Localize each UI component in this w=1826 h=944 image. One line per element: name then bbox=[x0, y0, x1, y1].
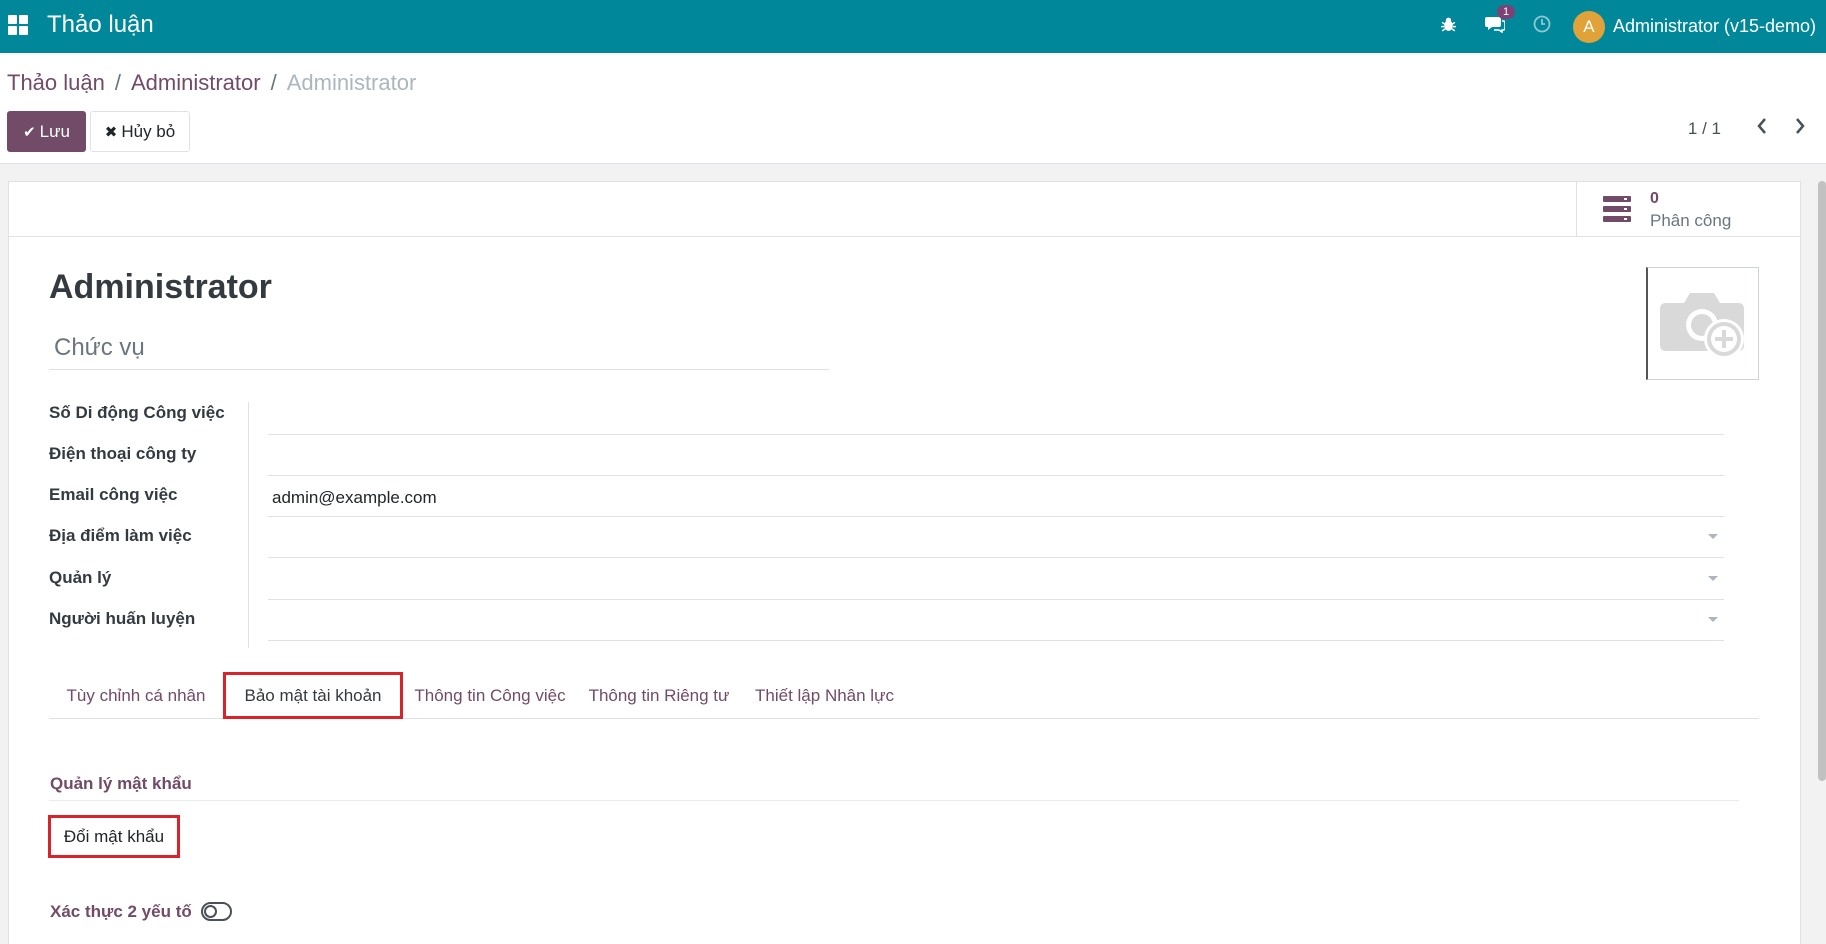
close-icon: ✖ bbox=[104, 123, 118, 141]
field-coach: Người huấn luyện bbox=[49, 600, 1729, 641]
field-label: Địa điểm làm việc bbox=[49, 526, 192, 545]
field-label: Điện thoại công ty bbox=[49, 444, 197, 463]
control-panel: Thảo luận / Administrator / Administrato… bbox=[0, 53, 1826, 164]
breadcrumb-item-discuss[interactable]: Thảo luận bbox=[7, 70, 105, 96]
apps-menu-icon[interactable] bbox=[8, 15, 28, 35]
breadcrumb-item-administrator[interactable]: Administrator bbox=[131, 70, 261, 96]
caret-down-icon bbox=[1708, 534, 1718, 539]
field-value: admin@example.com bbox=[272, 488, 437, 507]
tab-account-security[interactable]: Bảo mật tài khoản bbox=[223, 672, 403, 719]
coach-select[interactable] bbox=[268, 600, 1724, 641]
field-label: Người huấn luyện bbox=[49, 609, 196, 628]
assignments-label: Phân công bbox=[1650, 211, 1732, 230]
employee-name[interactable]: Administrator bbox=[49, 268, 272, 307]
change-password-button[interactable]: Đổi mật khẩu bbox=[48, 815, 180, 858]
field-work-email: Email công việc admin@example.com bbox=[49, 476, 1729, 517]
field-work-location: Địa điểm làm việc bbox=[49, 517, 1729, 558]
two-factor-auth-toggle[interactable] bbox=[201, 902, 232, 921]
activity-clock-icon[interactable] bbox=[1533, 15, 1551, 38]
navbar-systray: 1 A Administrator (v15-demo) bbox=[1426, 0, 1826, 53]
discard-button-label: Hủy bỏ bbox=[121, 121, 176, 141]
assignments-count: 0 bbox=[1650, 190, 1659, 207]
top-navbar: Thảo luận 1 A Administrator (v15-demo) bbox=[0, 0, 1826, 53]
check-icon: ✔ bbox=[23, 123, 36, 141]
messages-icon[interactable]: 1 bbox=[1484, 5, 1516, 38]
field-label: Quản lý bbox=[49, 568, 112, 587]
smart-button-box: 0 Phân công bbox=[9, 182, 1800, 237]
tab-hr-settings[interactable]: Thiết lập Nhân lực bbox=[742, 672, 907, 719]
user-avatar[interactable]: A bbox=[1572, 10, 1605, 43]
work-location-select[interactable] bbox=[268, 517, 1724, 558]
work-email-input[interactable]: admin@example.com bbox=[268, 476, 1724, 517]
section-divider bbox=[49, 800, 1739, 801]
manager-select[interactable] bbox=[268, 559, 1724, 600]
debug-bug-icon[interactable] bbox=[1440, 16, 1457, 38]
work-phone-input[interactable] bbox=[268, 435, 1724, 476]
two-factor-auth-label: Xác thực 2 yếu tố bbox=[50, 902, 192, 921]
field-label: Email công việc bbox=[49, 485, 178, 504]
camera-plus-icon bbox=[1660, 292, 1744, 359]
breadcrumb: Thảo luận / Administrator / Administrato… bbox=[7, 70, 416, 96]
form-sheet: 0 Phân công Administrator Chức vụ Số Di … bbox=[8, 181, 1801, 944]
field-manager: Quản lý bbox=[49, 559, 1729, 600]
field-work-mobile: Số Di động Công việc bbox=[49, 394, 1729, 435]
app-title[interactable]: Thảo luận bbox=[47, 11, 154, 39]
save-button[interactable]: ✔ Lưu bbox=[7, 111, 86, 152]
breadcrumb-separator: / bbox=[270, 70, 277, 95]
breadcrumb-separator: / bbox=[114, 70, 121, 95]
pager-previous-icon[interactable] bbox=[1756, 115, 1768, 141]
page-scrollbar[interactable] bbox=[1818, 181, 1826, 781]
employee-photo[interactable] bbox=[1646, 267, 1759, 380]
field-label: Số Di động Công việc bbox=[49, 403, 225, 422]
breadcrumb-current: Administrator bbox=[286, 70, 417, 95]
messages-count-badge: 1 bbox=[1496, 5, 1516, 19]
user-menu[interactable]: Administrator (v15-demo) bbox=[1613, 16, 1816, 37]
caret-down-icon bbox=[1708, 576, 1718, 581]
job-title-input[interactable]: Chức vụ bbox=[49, 330, 829, 370]
save-button-label: Lưu bbox=[39, 121, 70, 141]
pager-value[interactable]: 1 / 1 bbox=[1688, 119, 1721, 139]
tab-private-information[interactable]: Thông tin Riêng tư bbox=[579, 672, 739, 719]
work-mobile-input[interactable] bbox=[268, 394, 1724, 435]
pager-next-icon[interactable] bbox=[1794, 115, 1806, 141]
field-work-phone: Điện thoại công ty bbox=[49, 435, 1729, 476]
caret-down-icon bbox=[1708, 617, 1718, 622]
password-management-heading: Quản lý mật khẩu bbox=[50, 774, 192, 793]
tasks-list-icon bbox=[1603, 196, 1631, 222]
notebook-tabs: Tùy chỉnh cá nhân Bảo mật tài khoản Thôn… bbox=[49, 672, 1759, 719]
tab-work-information[interactable]: Thông tin Công việc bbox=[406, 672, 574, 719]
job-title-placeholder: Chức vụ bbox=[54, 334, 145, 361]
assignments-smart-button[interactable]: 0 Phân công bbox=[1576, 182, 1800, 237]
discard-button[interactable]: ✖ Hủy bỏ bbox=[90, 111, 190, 152]
tab-preferences[interactable]: Tùy chỉnh cá nhân bbox=[49, 672, 223, 719]
